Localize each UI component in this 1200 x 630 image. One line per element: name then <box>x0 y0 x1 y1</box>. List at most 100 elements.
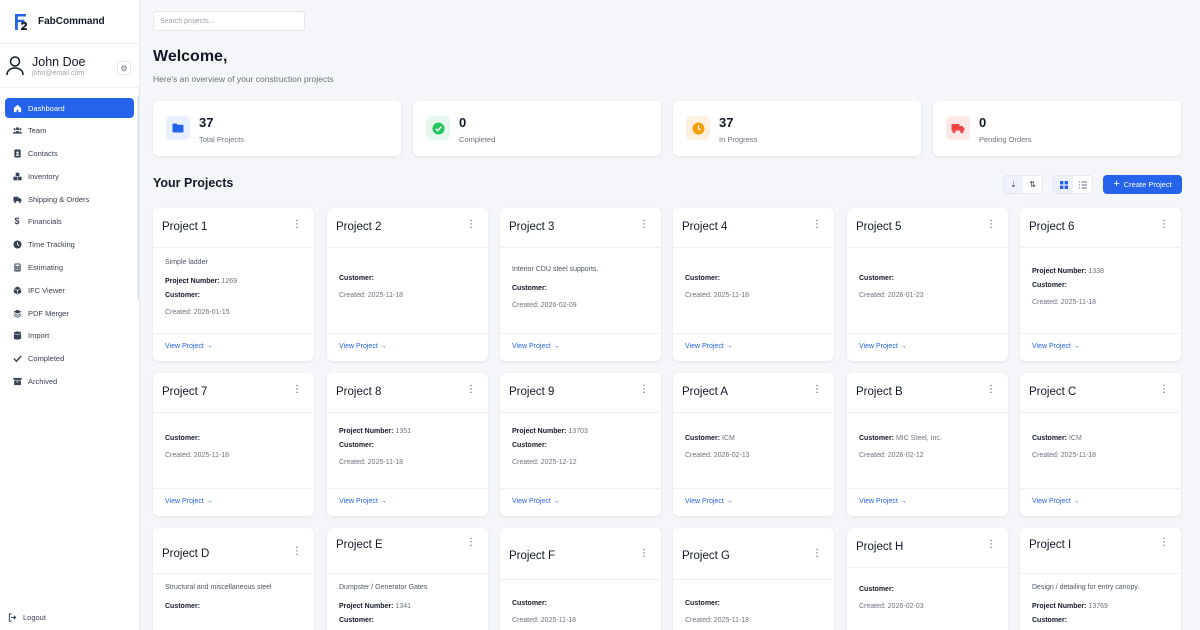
project-card[interactable]: Project C ⋮ Customer: ICM Created: 2025-11-… <box>1020 373 1181 516</box>
more-vertical-icon[interactable]: ⋮ <box>812 549 822 559</box>
logout-button[interactable]: Logout <box>7 612 46 622</box>
more-vertical-icon[interactable]: ⋮ <box>292 547 302 557</box>
project-card[interactable]: Project 3 ⋮ Interior CDU steel supports. Cu… <box>500 208 661 361</box>
more-vertical-icon[interactable]: ⋮ <box>639 220 649 230</box>
sidebar-item-label: Contacts <box>28 149 58 159</box>
customer-label: Customer: <box>859 275 895 282</box>
sort-desc-icon[interactable]: ⇣ <box>1004 176 1023 193</box>
view-project-link[interactable]: View Project → <box>512 498 560 505</box>
project-card[interactable]: Project B ⋮ Customer: MIC Steel, Inc. Creat… <box>847 373 1008 516</box>
more-vertical-icon[interactable]: ⋮ <box>639 549 649 559</box>
more-vertical-icon[interactable]: ⋮ <box>466 220 476 230</box>
customer-row: Customer: <box>512 285 598 299</box>
sidebar-scrollbar[interactable] <box>137 95 140 300</box>
stat-card-total-projects: 37 Total Projects <box>153 101 401 156</box>
project-card[interactable]: Project 6 ⋮ Project Number: 1338 Customer: … <box>1020 208 1181 361</box>
project-card[interactable]: Project H ⋮ Customer: Created: 2026-02-03 <box>847 528 1008 630</box>
project-title: Project A <box>682 386 729 398</box>
sidebar-item-pdf-merger[interactable]: PDF Merger <box>5 303 134 323</box>
view-project-link[interactable]: View Project → <box>1032 343 1080 350</box>
sidebar-item-contacts[interactable]: Contacts <box>5 144 134 164</box>
sort-asc-icon[interactable]: ⇅ <box>1023 176 1042 193</box>
project-card[interactable]: Project E ⋮ Dumpster / Generator Gates Proj… <box>327 528 488 630</box>
more-vertical-icon[interactable]: ⋮ <box>1159 385 1169 395</box>
customer-row: Customer: <box>339 442 411 456</box>
project-number-label: Project Number: <box>165 278 220 285</box>
card-body: Design / detailing for entry canopy. Proj… <box>1032 584 1139 630</box>
view-project-link[interactable]: View Project → <box>165 343 213 350</box>
page-title: Welcome, <box>153 48 228 65</box>
more-vertical-icon[interactable]: ⋮ <box>639 385 649 395</box>
card-body: Customer: ICM Created: 2026-02-13 <box>685 435 750 466</box>
customer-label: Customer: <box>859 586 895 593</box>
sidebar-item-shipping-orders[interactable]: Shipping & Orders <box>5 189 134 209</box>
grid-view-icon[interactable] <box>1054 176 1073 193</box>
created-date: Created: 2025-11-18 <box>339 292 404 299</box>
sidebar-item-inventory[interactable]: Inventory <box>5 166 134 186</box>
customer-row: Customer: <box>685 275 749 289</box>
project-card[interactable]: Project 8 ⋮ Project Number: 1351 Customer: … <box>327 373 488 516</box>
project-card[interactable]: Project I ⋮ Design / detailing for entry c… <box>1020 528 1181 630</box>
customer-name: ICM <box>1068 435 1082 442</box>
view-project-link[interactable]: View Project → <box>859 498 907 505</box>
plus-icon: + <box>1113 178 1120 190</box>
sidebar-item-completed[interactable]: Completed <box>5 349 134 369</box>
sidebar-item-archived[interactable]: Archived <box>5 372 134 392</box>
project-card[interactable]: Project 9 ⋮ Project Number: 13703 Customer:… <box>500 373 661 516</box>
create-project-button[interactable]: + Create Project <box>1103 175 1182 194</box>
more-vertical-icon[interactable]: ⋮ <box>812 220 822 230</box>
more-vertical-icon[interactable]: ⋮ <box>466 385 476 395</box>
project-number-row: Project Number: 13769 <box>1032 603 1139 617</box>
view-project-label: View Project <box>685 343 724 350</box>
project-card[interactable]: Project 4 ⋮ Customer: Created: 2025-11-18 V… <box>673 208 834 361</box>
view-project-link[interactable]: View Project → <box>685 498 733 505</box>
brand[interactable]: FabCommand <box>0 0 139 44</box>
more-vertical-icon[interactable]: ⋮ <box>292 385 302 395</box>
view-project-link[interactable]: View Project → <box>165 498 213 505</box>
sidebar-item-dashboard[interactable]: Dashboard <box>5 98 134 118</box>
project-card[interactable]: Project A ⋮ Customer: ICM Created: 2026-02-… <box>673 373 834 516</box>
sidebar-item-import[interactable]: Import <box>5 326 134 346</box>
list-view-icon[interactable] <box>1073 176 1092 193</box>
stat-card-in-progress: 37 In Progress <box>673 101 921 156</box>
project-card[interactable]: Project 2 ⋮ Customer: Created: 2025-11-18 V… <box>327 208 488 361</box>
project-card[interactable]: Project G ⋮ Customer: Created: 2025-11-18 <box>673 528 834 630</box>
project-card[interactable]: Project F ⋮ Customer: Created: 2025-11-18 <box>500 528 661 630</box>
view-project-link[interactable]: View Project → <box>339 498 387 505</box>
project-card[interactable]: Project 1 ⋮ Simple ladder Project Number: 1… <box>153 208 314 361</box>
more-vertical-icon[interactable]: ⋮ <box>812 385 822 395</box>
settings-gear-icon[interactable]: ⚙ <box>117 61 131 75</box>
dollar-icon: $ <box>14 216 20 227</box>
search-input[interactable] <box>153 11 305 31</box>
project-title: Project G <box>682 550 730 562</box>
card-footer: View Project → <box>847 333 1008 361</box>
project-number: 1351 <box>395 428 411 435</box>
view-project-link[interactable]: View Project → <box>339 343 387 350</box>
sidebar-item-time-tracking[interactable]: Time Tracking <box>5 235 134 255</box>
sidebar-item-estimating[interactable]: Estimating <box>5 258 134 278</box>
project-card[interactable]: Project 5 ⋮ Customer: Created: 2026-01-23 V… <box>847 208 1008 361</box>
more-vertical-icon[interactable]: ⋮ <box>986 540 996 550</box>
card-body: Customer: Created: 2026-01-23 <box>859 275 924 306</box>
user-avatar-icon[interactable] <box>6 55 24 77</box>
more-vertical-icon[interactable]: ⋮ <box>1159 538 1169 548</box>
customer-row: Customer: <box>512 600 576 614</box>
project-card[interactable]: Project D ⋮ Structural and miscellaneous s… <box>153 528 314 630</box>
more-vertical-icon[interactable]: ⋮ <box>986 220 996 230</box>
view-project-link[interactable]: View Project → <box>685 343 733 350</box>
view-project-link[interactable]: View Project → <box>859 343 907 350</box>
more-vertical-icon[interactable]: ⋮ <box>466 538 476 548</box>
more-vertical-icon[interactable]: ⋮ <box>292 220 302 230</box>
user-email: john@email.com <box>32 69 85 77</box>
sidebar-item-ifc-viewer[interactable]: IFC Viewer <box>5 280 134 300</box>
sidebar-item-team[interactable]: Team <box>5 121 134 141</box>
view-project-link[interactable]: View Project → <box>1032 498 1080 505</box>
view-project-link[interactable]: View Project → <box>512 343 560 350</box>
customer-row: Customer: <box>165 292 237 306</box>
card-header: Project 7 ⋮ <box>153 373 314 413</box>
project-card[interactable]: Project 7 ⋮ Customer: Created: 2025-11-18 V… <box>153 373 314 516</box>
more-vertical-icon[interactable]: ⋮ <box>1159 220 1169 230</box>
sidebar-item-label: Shipping & Orders <box>28 194 90 204</box>
sidebar-item-financials[interactable]: $ Financials <box>5 212 134 232</box>
more-vertical-icon[interactable]: ⋮ <box>986 385 996 395</box>
